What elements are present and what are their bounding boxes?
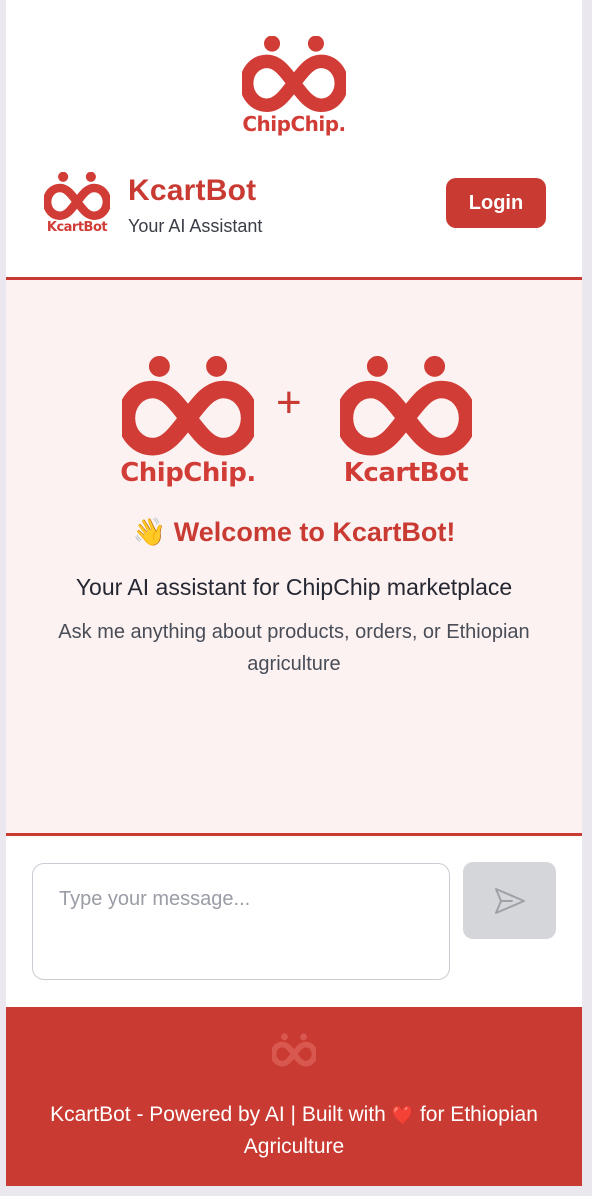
chipchip-top-logo: ChipChip.	[6, 36, 582, 136]
footer: KcartBot - Powered by AI | Built with ❤️…	[6, 1007, 582, 1186]
footer-text-before: KcartBot - Powered by AI | Built with	[50, 1103, 386, 1126]
chipchip-hero-wordmark: ChipChip.	[120, 458, 256, 488]
welcome-panel: ChipChip. + KcartBot 👋 Welcome to KcartB…	[6, 277, 582, 836]
tagline: Your AI assistant for ChipChip marketpla…	[75, 574, 513, 600]
message-input[interactable]	[32, 863, 450, 980]
heart-icon: ❤️	[391, 1105, 415, 1125]
chipchip-hero-logo: ChipChip.	[118, 356, 258, 488]
kcartbot-hero-wordmark: KcartBot	[343, 458, 469, 488]
kcartbot-logo-wordmark: KcartBot	[46, 220, 108, 235]
kcartbot-logo-icon	[340, 356, 472, 456]
plus-sign: +	[276, 378, 302, 427]
chipchip-logo-icon	[122, 356, 254, 456]
footer-text: KcartBot - Powered by AI | Built with ❤️…	[46, 1099, 542, 1163]
brand-subtitle: Your AI Assistant	[128, 216, 263, 236]
chipchip-logo-icon	[242, 36, 346, 112]
login-button[interactable]: Login	[446, 178, 546, 228]
send-button[interactable]	[463, 862, 556, 939]
kcartbot-hero-logo: KcartBot	[336, 356, 476, 488]
waving-hand-icon: 👋	[132, 517, 167, 547]
brand-header: KcartBot KcartBot Your AI Assistant Logi…	[42, 170, 546, 240]
partner-logos: ChipChip. + KcartBot	[6, 356, 582, 488]
paper-plane-icon	[494, 887, 525, 914]
welcome-heading: 👋 Welcome to KcartBot!	[6, 516, 582, 548]
chipchip-wordmark: ChipChip.	[242, 112, 346, 136]
kcartbot-logo-icon	[44, 172, 110, 220]
hint-text: Ask me anything about products, orders, …	[58, 621, 530, 675]
app-frame: ChipChip. KcartBot KcartBot Your AI Assi…	[6, 0, 582, 1186]
brand-text: KcartBot Your AI Assistant	[128, 174, 262, 237]
welcome-title: Welcome to KcartBot!	[173, 517, 456, 547]
kcartbot-header-logo: KcartBot	[42, 172, 112, 235]
kcartbot-footer-logo-icon	[272, 1033, 316, 1067]
brand-name: KcartBot	[128, 174, 257, 207]
